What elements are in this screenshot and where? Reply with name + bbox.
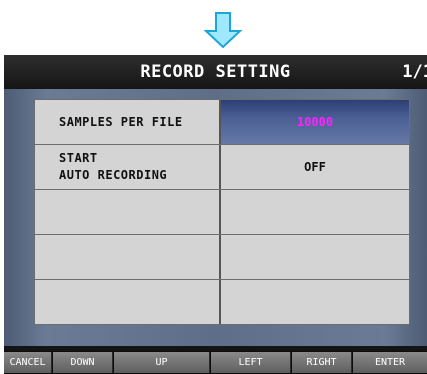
cancel-button[interactable]: CANCEL [4, 352, 52, 373]
setting-value-cell [219, 280, 410, 324]
setting-label-cell: SAMPLES PER FILE [34, 100, 219, 144]
setting-label-cell [34, 235, 219, 279]
setting-label: START AUTO RECORDING [59, 150, 167, 184]
enter-button[interactable]: ENTER [353, 352, 427, 373]
setting-label-line-2: AUTO RECORDING [59, 168, 168, 182]
setting-row-empty [34, 280, 410, 325]
setting-value-cell[interactable]: OFF [219, 145, 410, 189]
setting-label-line-1: START [59, 151, 98, 165]
setting-value-cell-selected[interactable]: 10000 [219, 100, 410, 144]
setting-row-start-auto-recording[interactable]: START AUTO RECORDING OFF [34, 145, 410, 190]
settings-table: SAMPLES PER FILE 10000 START AUTO RECORD… [34, 99, 410, 325]
arrow-down-icon [203, 12, 243, 48]
setting-label: SAMPLES PER FILE [59, 115, 183, 129]
setting-row-samples-per-file[interactable]: SAMPLES PER FILE 10000 [34, 99, 410, 145]
title-bar: RECORD SETTING 1/1 [4, 55, 427, 89]
setting-label-cell [34, 280, 219, 324]
setting-value-cell [219, 190, 410, 234]
page-indicator: 1/1 [402, 62, 427, 82]
left-button[interactable]: LEFT [211, 352, 291, 373]
screen-title: RECORD SETTING [140, 62, 291, 82]
setting-value-cell [219, 235, 410, 279]
up-button[interactable]: UP [114, 352, 210, 373]
setting-row-empty [34, 190, 410, 235]
setting-value: 10000 [296, 115, 334, 129]
right-button[interactable]: RIGHT [292, 352, 352, 373]
setting-value: OFF [304, 160, 326, 174]
setting-row-empty [34, 235, 410, 280]
function-key-bar: CANCEL DOWN UP LEFT RIGHT ENTER [4, 351, 427, 374]
device-screen: RECORD SETTING 1/1 SAMPLES PER FILE 1000… [4, 55, 427, 374]
setting-label-cell [34, 190, 219, 234]
settings-panel: SAMPLES PER FILE 10000 START AUTO RECORD… [4, 89, 427, 346]
setting-label-cell: START AUTO RECORDING [34, 145, 219, 189]
down-button[interactable]: DOWN [53, 352, 113, 373]
